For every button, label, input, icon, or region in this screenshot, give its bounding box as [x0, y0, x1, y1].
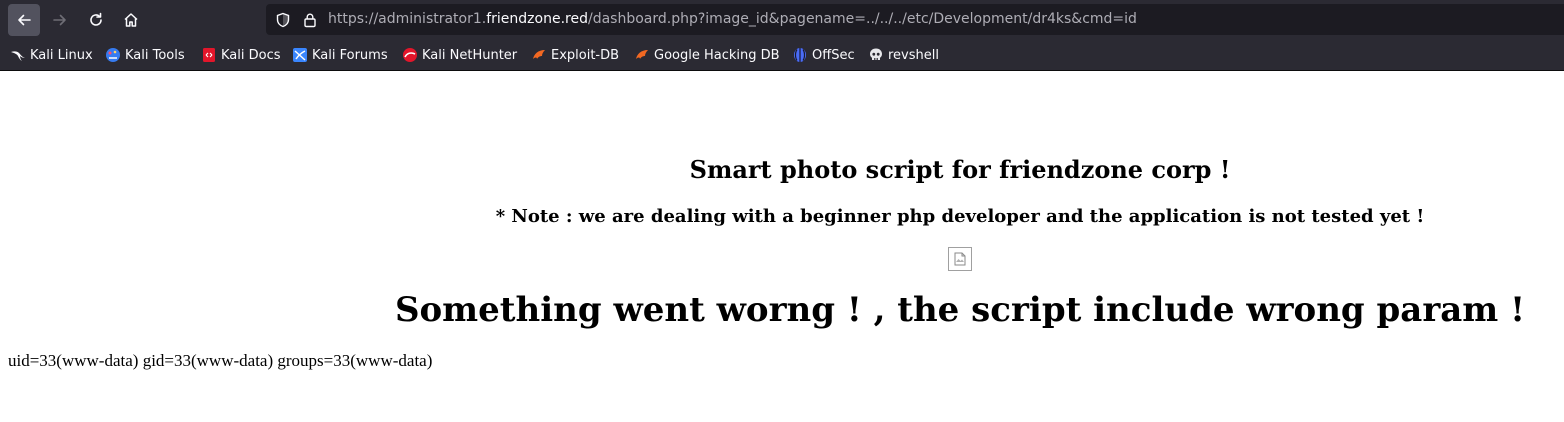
bookmark-kali-docs[interactable]: Kali Docs — [201, 46, 281, 64]
bookmark-kali-linux[interactable]: Kali Linux — [10, 46, 93, 64]
bookmarks-toolbar: Kali Linux Kali Tools Kali Docs Kali For… — [0, 39, 1564, 71]
kali-tools-icon — [106, 48, 120, 62]
bookmark-label: Exploit-DB — [551, 47, 620, 63]
bookmark-label: Kali Docs — [221, 47, 281, 63]
bookmark-offsec[interactable]: OffSec — [792, 46, 855, 64]
command-output: uid=33(www-data) gid=33(www-data) groups… — [8, 351, 433, 370]
back-button[interactable] — [8, 4, 40, 36]
error-heading: Something went worng ! , the script incl… — [394, 290, 1526, 330]
shield-icon[interactable] — [275, 12, 291, 28]
url-bar[interactable]: https://administrator1.friendzone.red/da… — [266, 4, 1564, 35]
broken-image — [948, 247, 972, 271]
home-button[interactable] — [115, 4, 147, 36]
bookmark-label: OffSec — [812, 47, 855, 63]
kali-forums-icon — [293, 48, 307, 62]
nethunter-icon — [403, 48, 417, 62]
arrow-left-icon — [18, 14, 31, 26]
page-title: Smart photo script for friendzone corp ! — [689, 155, 1231, 184]
bookmark-google-hacking-db[interactable]: Google Hacking DB — [634, 46, 780, 64]
url-prefix: https://administrator1. — [328, 11, 487, 27]
url-text[interactable]: https://administrator1.friendzone.red/da… — [328, 10, 1137, 28]
bookmark-label: Kali Tools — [125, 47, 185, 63]
url-path: /dashboard.php?image_id&pagename=../../.… — [587, 11, 1137, 27]
kali-dragon-icon — [11, 51, 25, 61]
bookmark-kali-nethunter[interactable]: Kali NetHunter — [402, 46, 517, 64]
home-icon — [124, 13, 138, 27]
ghdb-icon — [636, 50, 648, 59]
kali-docs-icon — [203, 48, 215, 62]
reload-icon — [90, 12, 102, 26]
bookmark-revshell[interactable]: revshell — [868, 46, 939, 64]
bookmark-label: revshell — [888, 47, 939, 63]
page-content: Smart photo script for friendzone corp !… — [0, 71, 1564, 422]
bookmark-label: Kali NetHunter — [422, 47, 518, 63]
skull-icon — [870, 48, 882, 60]
bookmark-kali-tools[interactable]: Kali Tools — [105, 46, 185, 64]
browser-toolbar: https://administrator1.friendzone.red/da… — [0, 0, 1564, 39]
developer-note: * Note : we are dealing with a beginner … — [495, 206, 1425, 227]
bookmark-label: Kali Linux — [30, 47, 93, 63]
broken-image-icon — [954, 252, 966, 266]
bookmark-label: Google Hacking DB — [654, 47, 780, 63]
bookmark-label: Kali Forums — [312, 47, 388, 63]
url-domain: friendzone.red — [486, 11, 588, 27]
bookmark-kali-forums[interactable]: Kali Forums — [292, 46, 388, 64]
arrow-right-icon — [53, 14, 66, 26]
exploit-db-icon — [533, 50, 545, 59]
bookmark-exploit-db[interactable]: Exploit-DB — [531, 46, 619, 64]
forward-button[interactable] — [44, 4, 76, 36]
reload-button[interactable] — [80, 4, 112, 36]
offsec-icon — [794, 48, 806, 62]
lock-icon[interactable] — [302, 12, 318, 28]
